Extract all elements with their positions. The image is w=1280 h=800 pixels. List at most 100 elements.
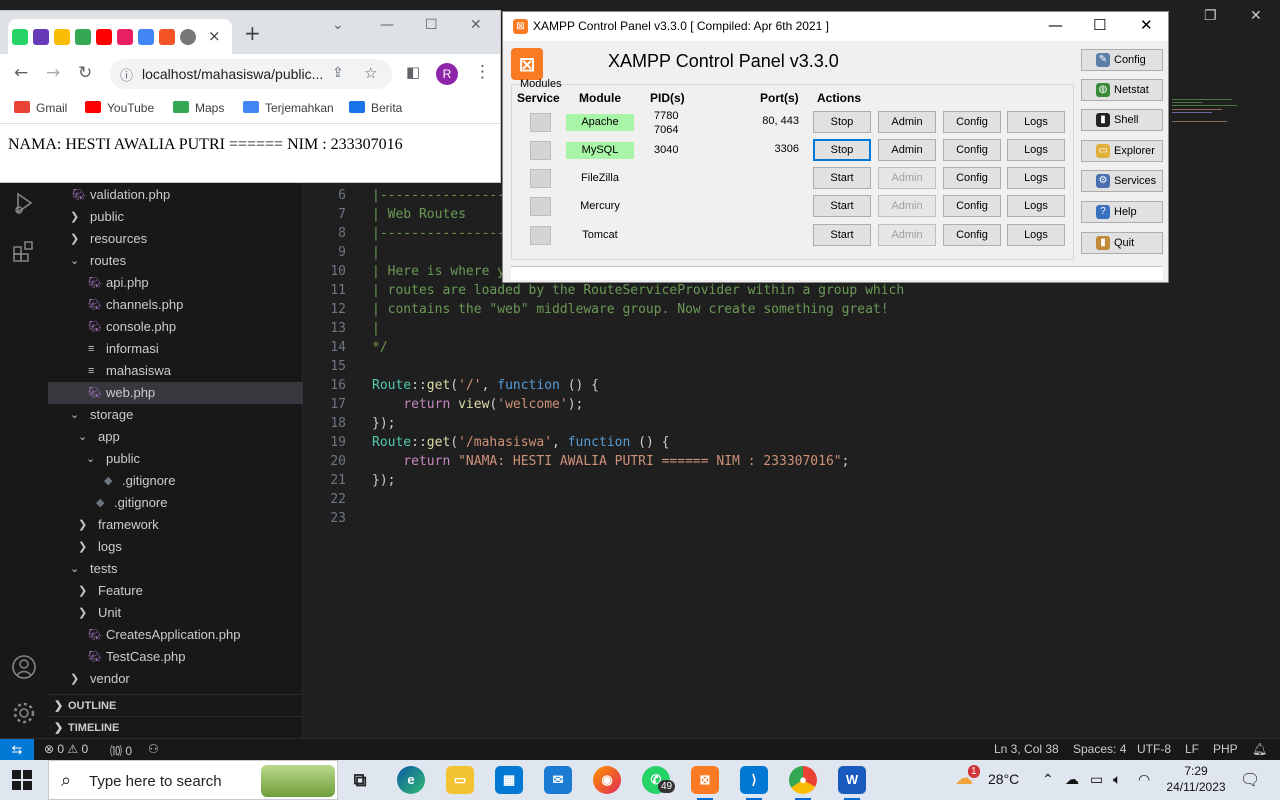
module-logs-button[interactable]: Logs [1007, 224, 1065, 246]
module-logs-button[interactable]: Logs [1007, 195, 1065, 217]
services-button[interactable]: ⚙ Services [1081, 170, 1163, 192]
tree-item[interactable]: ⌄ storage [48, 404, 303, 426]
service-checkbox[interactable] [530, 169, 551, 188]
cursor-position[interactable]: Ln 3, Col 38 [994, 742, 1059, 756]
module-admin-button[interactable]: Admin [878, 167, 936, 189]
settings-gear-icon[interactable] [10, 699, 38, 727]
explorer-button[interactable]: ▭ Explorer [1081, 140, 1163, 162]
wifi-icon[interactable]: ◠ [1138, 771, 1150, 788]
module-config-button[interactable]: Config [943, 167, 1001, 189]
tree-item[interactable]: ◆ .gitignore [48, 470, 303, 492]
bookmark-maps[interactable]: Maps [173, 101, 224, 115]
bookmark-youtube[interactable]: YouTube [85, 101, 154, 115]
vscode-icon[interactable]: ⟩ [740, 766, 768, 800]
bookmark-berita[interactable]: Berita [349, 101, 402, 115]
onedrive-cloud-icon[interactable]: ☁ [1065, 771, 1079, 788]
module-config-button[interactable]: Config [943, 111, 1001, 133]
remote-indicator-icon[interactable]: ⇆ [0, 739, 34, 761]
bookmark-star-icon[interactable]: ☆ [364, 64, 377, 82]
tab-search-chevron-icon[interactable]: ⌄ [332, 17, 344, 33]
tree-item[interactable]: ⌄ tests [48, 558, 303, 580]
language-mode[interactable]: PHP [1213, 742, 1238, 756]
windows-start-icon[interactable] [12, 770, 32, 790]
firefox-icon[interactable]: ◉ [593, 766, 621, 794]
line-endings[interactable]: LF [1185, 742, 1199, 756]
reload-icon[interactable]: ↻ [78, 65, 92, 82]
netstat-button[interactable]: ◍ Netstat [1081, 79, 1163, 101]
tree-item[interactable]: 🐘︎ validation.php [48, 184, 303, 206]
problems-indicator[interactable]: ⊗ 0 ⚠ 0 [44, 742, 88, 756]
new-tab-icon[interactable]: + [244, 23, 261, 43]
battery-icon[interactable]: ▭ [1090, 771, 1103, 788]
account-icon[interactable] [10, 653, 38, 681]
show-hidden-icons-chevron-icon[interactable]: ⌃ [1042, 771, 1054, 788]
address-bar[interactable]: ⓘ localhost/mahasiswa/public... ⇪ ☆ [110, 59, 392, 89]
module-logs-button[interactable]: Logs [1007, 111, 1065, 133]
tree-item[interactable]: ❯ resources [48, 228, 303, 250]
minimap[interactable] [1172, 95, 1242, 135]
tree-item[interactable]: ❯ logs [48, 536, 303, 558]
module-stop-button[interactable]: Stop [813, 139, 871, 161]
notification-center-icon[interactable]: 🗨︎ [1240, 770, 1260, 790]
minimize-icon[interactable]: — [1048, 16, 1063, 34]
forward-arrow-icon[interactable]: → [46, 65, 60, 82]
tab-close-icon[interactable]: × [208, 27, 221, 45]
module-admin-button[interactable]: Admin [878, 139, 936, 161]
mail-icon[interactable]: ✉ [544, 766, 572, 794]
service-checkbox[interactable] [530, 113, 551, 132]
bookmark-gmail[interactable]: Gmail [14, 101, 67, 115]
tree-item[interactable]: ❯ Feature [48, 580, 303, 602]
share-icon[interactable]: ⇪ [332, 65, 344, 81]
back-arrow-icon[interactable]: ← [14, 65, 28, 82]
maximize-icon[interactable]: ☐ [1093, 16, 1106, 34]
module-stop-button[interactable]: Stop [813, 111, 871, 133]
tree-item[interactable]: 🐘︎ channels.php [48, 294, 303, 316]
close-window-icon[interactable]: ✕ [470, 17, 482, 33]
module-admin-button[interactable]: Admin [878, 195, 936, 217]
tree-item[interactable]: ≡ mahasiswa [48, 360, 303, 382]
extensions-icon[interactable] [10, 237, 38, 265]
xampp-taskbar-icon[interactable]: ⊠ [691, 766, 719, 800]
module-logs-button[interactable]: Logs [1007, 167, 1065, 189]
shell-button[interactable]: ▮ Shell [1081, 109, 1163, 131]
tree-item[interactable]: 🐘︎ TestCase.php [48, 646, 303, 668]
debug-icon[interactable]: ⚇ [148, 742, 159, 756]
tree-item[interactable]: ❯ vendor [48, 668, 303, 690]
tree-item[interactable]: ≡ informasi [48, 338, 303, 360]
timeline-section[interactable]: ❯ TIMELINE [48, 716, 303, 738]
tree-item[interactable]: ⌄ app [48, 426, 303, 448]
restore-icon[interactable]: ❐ [1204, 8, 1217, 24]
side-panel-icon[interactable]: ◧ [406, 64, 420, 81]
system-clock[interactable]: 7:29 24/11/2023 [1160, 763, 1232, 795]
chrome-menu-icon[interactable]: ⋮ [474, 64, 491, 81]
minimize-icon[interactable]: — [380, 17, 394, 33]
site-info-icon[interactable]: ⓘ [120, 65, 133, 84]
tree-item[interactable]: ❯ public [48, 206, 303, 228]
close-icon[interactable]: ✕ [1250, 8, 1262, 24]
module-config-button[interactable]: Config [943, 139, 1001, 161]
help-button[interactable]: ? Help [1081, 201, 1163, 223]
module-admin-button[interactable]: Admin [878, 224, 936, 246]
taskbar-search-box[interactable]: ⌕ Type here to search [48, 760, 338, 800]
module-admin-button[interactable]: Admin [878, 111, 936, 133]
tree-item[interactable]: 🐘︎ CreatesApplication.php [48, 624, 303, 646]
tree-item[interactable]: 🐘︎ api.php [48, 272, 303, 294]
task-view-icon[interactable]: ⧉ [346, 766, 374, 794]
word-icon[interactable]: W [838, 766, 866, 800]
config-button[interactable]: ✎ Config [1081, 49, 1163, 71]
tree-item[interactable]: 🐘︎ web.php [48, 382, 303, 404]
maximize-icon[interactable]: ☐ [425, 17, 438, 33]
bookmark-terjemahkan[interactable]: Terjemahkan [243, 101, 334, 115]
quit-button[interactable]: ▮ Quit [1081, 232, 1163, 254]
notifications-bell-icon[interactable]: 🔔︎ [1252, 742, 1267, 756]
tree-item[interactable]: ⌄ public [48, 448, 303, 470]
tree-item[interactable]: ◆ .gitignore [48, 492, 303, 514]
ports-indicator[interactable]: ⑽ 0 [110, 742, 132, 759]
tree-item[interactable]: ⌄ routes [48, 250, 303, 272]
module-start-button[interactable]: Start [813, 167, 871, 189]
run-debug-icon[interactable] [10, 189, 38, 217]
chrome-icon[interactable]: ● [789, 766, 817, 800]
profile-avatar[interactable]: R [436, 63, 458, 85]
module-config-button[interactable]: Config [943, 195, 1001, 217]
service-checkbox[interactable] [530, 226, 551, 245]
